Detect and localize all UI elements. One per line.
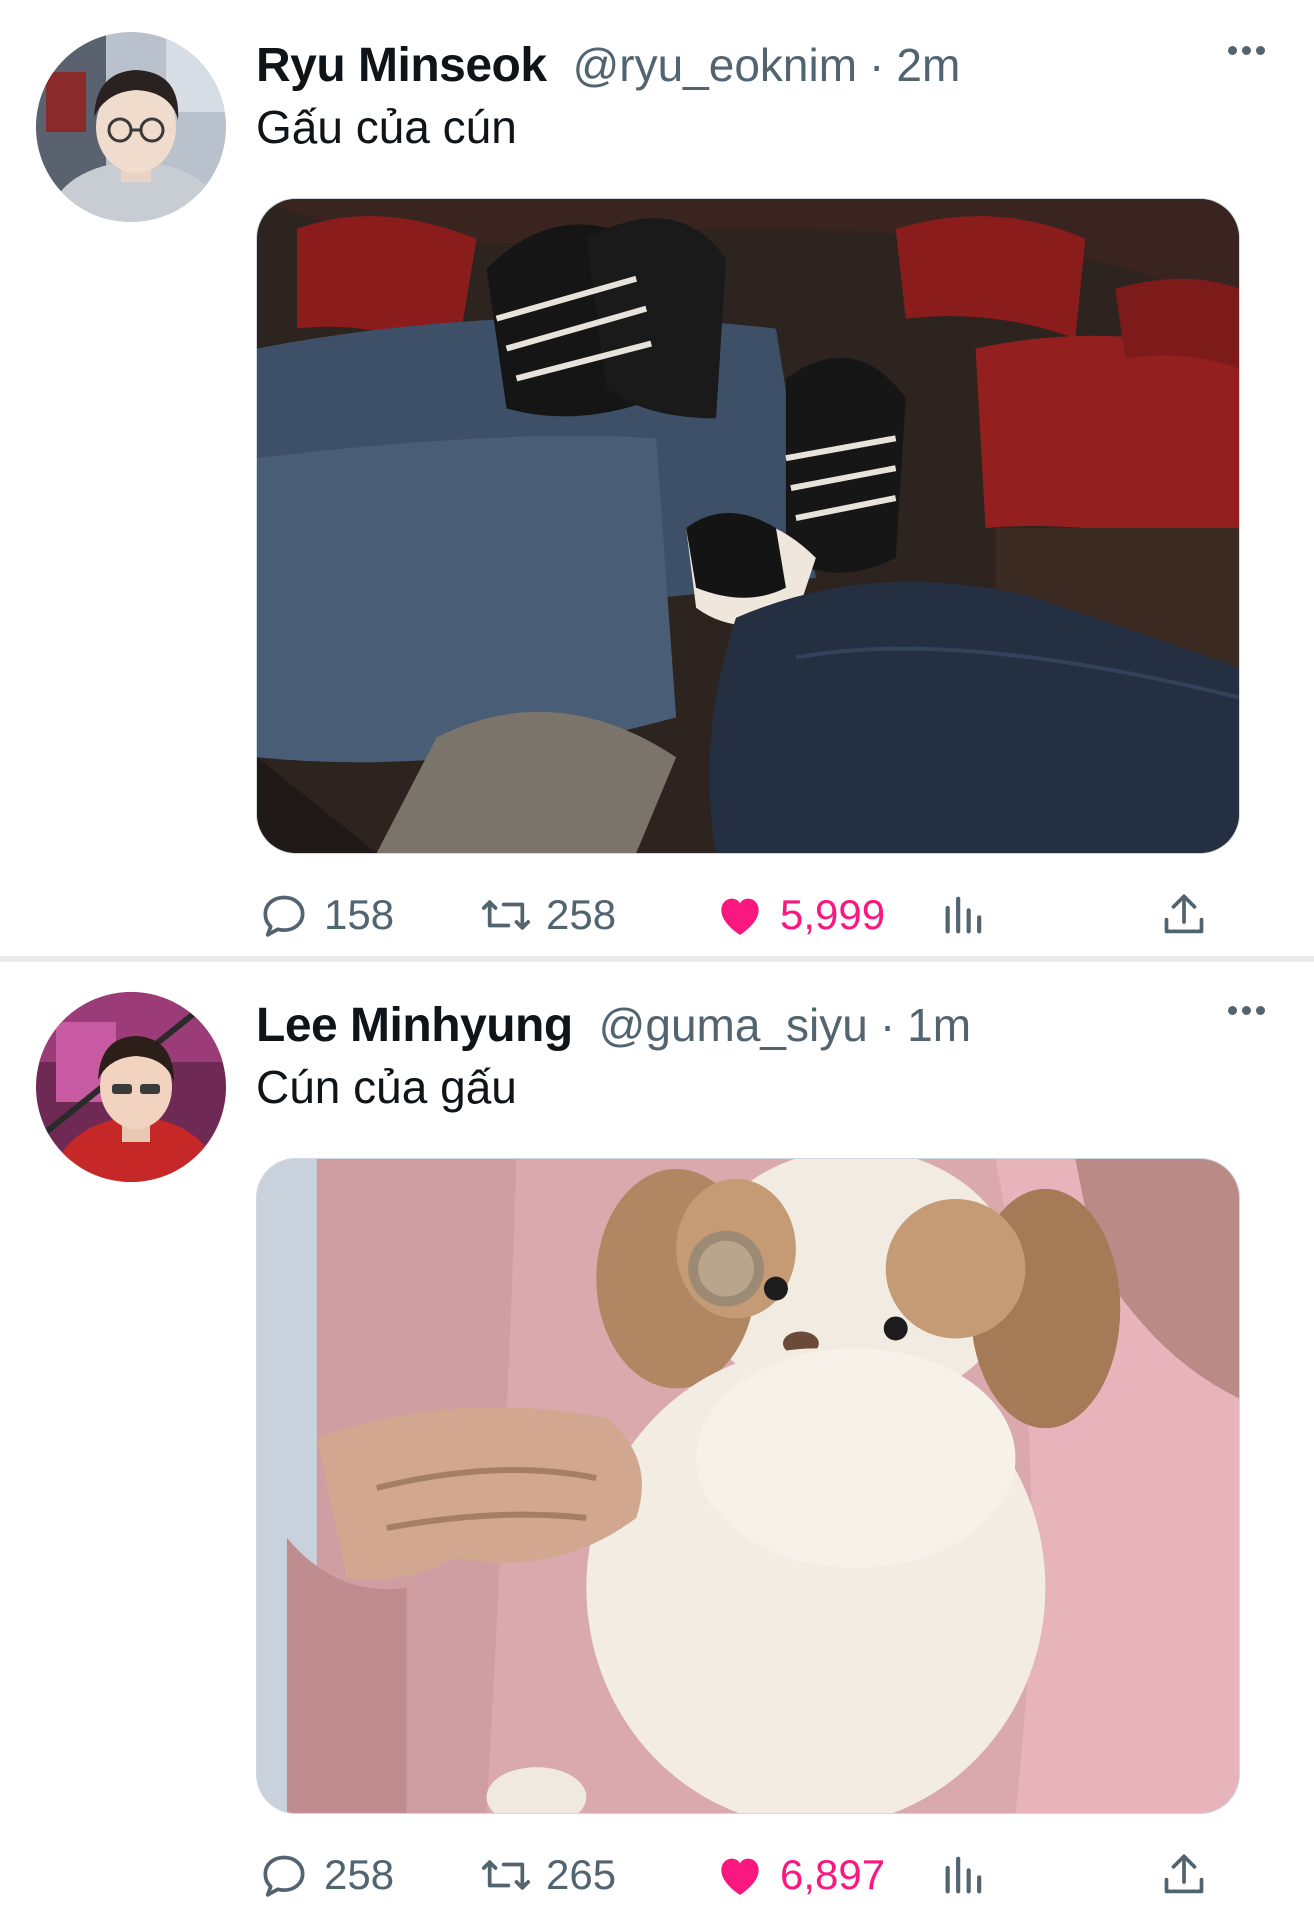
tweet-text: Cún của gấu: [256, 1061, 517, 1113]
share-button[interactable]: [1156, 880, 1212, 950]
tweet-header: Lee Minhyung @guma_siyu · 1m: [256, 998, 1284, 1058]
separator: ·: [879, 999, 896, 1051]
reply-button[interactable]: 258: [256, 1840, 394, 1910]
views-button[interactable]: [936, 1840, 992, 1910]
author-handle[interactable]: @guma_siyu: [599, 998, 868, 1052]
tweet-media[interactable]: [256, 198, 1240, 854]
views-icon: [945, 1856, 982, 1894]
timestamp[interactable]: 2m: [896, 38, 960, 92]
tweet-actions: 258 265 6,897: [256, 1840, 1240, 1910]
heart-icon: [721, 1858, 759, 1895]
views-button[interactable]: [936, 880, 992, 950]
retweet-button[interactable]: 258: [478, 880, 616, 950]
share-icon: [1164, 894, 1204, 934]
retweet-icon: [481, 1860, 531, 1890]
separator: ·: [869, 39, 885, 91]
like-button[interactable]: 5,999: [712, 880, 885, 950]
reply-icon: [263, 895, 305, 937]
retweet-count: 265: [546, 1851, 617, 1898]
avatar[interactable]: [36, 32, 226, 222]
avatar[interactable]: [36, 992, 226, 1182]
more-icon[interactable]: [1216, 990, 1276, 1030]
tweet-feed: Ryu Minseok @ryu_eoknim · 2m Gấu của cún: [0, 0, 1314, 1920]
heart-icon: [721, 898, 759, 935]
retweet-button[interactable]: 265: [478, 1840, 616, 1910]
tweet-actions: 158 258 5,999: [256, 880, 1240, 950]
reply-count: 158: [324, 891, 395, 938]
reply-icon: [263, 1855, 305, 1897]
more-icon[interactable]: [1216, 30, 1276, 70]
like-count: 5,999: [780, 891, 886, 938]
tweet[interactable]: Lee Minhyung @guma_siyu · 1m Cún của gấu: [0, 960, 1314, 1920]
author-name[interactable]: Lee Minhyung: [256, 998, 573, 1053]
reply-count: 258: [324, 1851, 395, 1898]
reply-button[interactable]: 158: [256, 880, 394, 950]
tweet[interactable]: Ryu Minseok @ryu_eoknim · 2m Gấu của cún: [0, 0, 1314, 960]
like-button[interactable]: 6,897: [712, 1840, 885, 1910]
share-button[interactable]: [1156, 1840, 1212, 1910]
like-count: 6,897: [780, 1851, 886, 1898]
tweet-media[interactable]: [256, 1158, 1240, 1814]
retweet-icon: [481, 900, 531, 930]
retweet-count: 258: [546, 891, 617, 938]
author-handle[interactable]: @ryu_eoknim: [573, 38, 857, 92]
views-icon: [945, 896, 982, 934]
author-name[interactable]: Ryu Minseok: [256, 38, 547, 93]
tweet-text: Gấu của cún: [256, 101, 517, 153]
share-icon: [1164, 1854, 1204, 1894]
timestamp[interactable]: 1m: [907, 998, 971, 1052]
tweet-header: Ryu Minseok @ryu_eoknim · 2m: [256, 38, 1284, 98]
